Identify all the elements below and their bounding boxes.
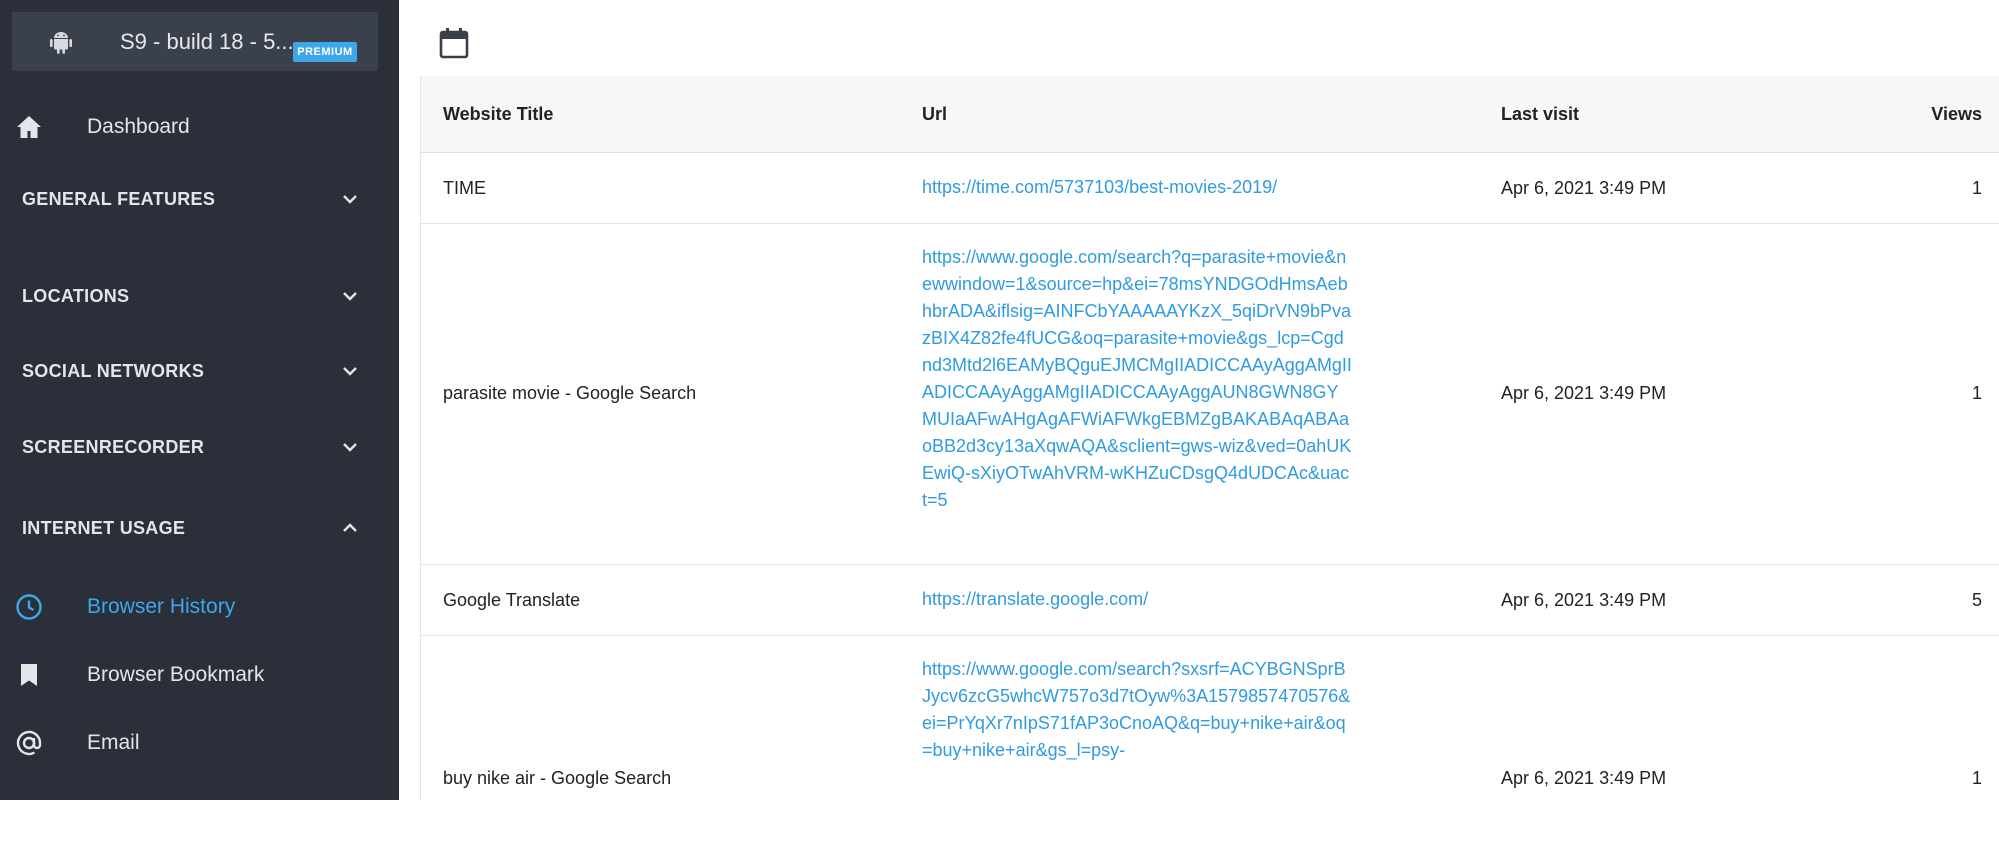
table-row: TIME https://time.com/5737103/best-movie…: [421, 153, 1999, 224]
nav-browser-bookmark-label: Browser Bookmark: [87, 663, 265, 686]
section-locations-label: LOCATIONS: [22, 286, 130, 306]
table-header: Website Title Url Last visit Views: [421, 76, 1999, 153]
browser-history-table: Website Title Url Last visit Views TIME …: [420, 76, 1999, 800]
header-views[interactable]: Views: [1931, 104, 1982, 125]
device-selector[interactable]: S9 - build 18 - 5.... PREMIUM: [12, 12, 378, 71]
row-title: buy nike air - Google Search: [443, 768, 672, 788]
sidebar: S9 - build 18 - 5.... PREMIUM Dashboard …: [0, 0, 399, 800]
row-title: Google Translate: [443, 590, 581, 610]
row-last-visit: Apr 6, 2021 3:49 PM: [1501, 590, 1667, 610]
row-url-link[interactable]: https://www.google.com/search?q=parasite…: [922, 244, 1352, 514]
premium-badge: PREMIUM: [293, 42, 357, 62]
section-locations[interactable]: LOCATIONS: [0, 276, 399, 316]
at-sign-icon: [16, 730, 42, 756]
nav-email[interactable]: Email: [0, 718, 399, 768]
table-row: buy nike air - Google Search https://www…: [421, 636, 1999, 856]
row-last-visit: Apr 6, 2021 3:49 PM: [1501, 178, 1667, 198]
row-last-visit: Apr 6, 2021 3:49 PM: [1501, 768, 1667, 788]
table-row: Google Translate https://translate.googl…: [421, 565, 1999, 636]
section-general-features[interactable]: GENERAL FEATURES: [0, 179, 399, 219]
section-social-label: SOCIAL NETWORKS: [22, 361, 205, 381]
row-title: TIME: [443, 178, 486, 198]
section-general-label: GENERAL FEATURES: [22, 189, 216, 209]
nav-browser-history-label: Browser History: [87, 595, 236, 618]
device-name: S9 - build 18 - 5....: [120, 29, 300, 54]
row-views: 1: [1971, 768, 1982, 788]
chevron-up-icon: [343, 523, 357, 532]
section-internet-label: INTERNET USAGE: [22, 518, 186, 538]
section-internet-usage[interactable]: INTERNET USAGE: [0, 508, 399, 548]
section-social-networks[interactable]: SOCIAL NETWORKS: [0, 351, 399, 391]
header-last-visit[interactable]: Last visit: [1501, 104, 1579, 125]
header-website-title[interactable]: Website Title: [443, 104, 553, 125]
android-icon: [50, 32, 72, 54]
row-views: 1: [1971, 383, 1982, 403]
chevron-down-icon: [343, 367, 357, 376]
nav-email-label: Email: [87, 731, 140, 754]
section-screen-label: SCREENRECORDER: [22, 437, 205, 457]
clock-icon: [16, 594, 42, 620]
row-views: 1: [1971, 178, 1982, 198]
nav-dashboard-label: Dashboard: [87, 115, 190, 138]
row-url-link[interactable]: https://www.google.com/search?sxsrf=ACYB…: [922, 656, 1352, 764]
chevron-down-icon: [343, 292, 357, 301]
toolbar: [399, 0, 1999, 76]
home-icon: [17, 116, 41, 138]
row-url-link[interactable]: https://translate.google.com/: [922, 586, 1352, 613]
table-row: parasite movie - Google Search https://w…: [421, 224, 1999, 565]
header-url[interactable]: Url: [922, 104, 947, 125]
nav-browser-bookmark[interactable]: Browser Bookmark: [0, 650, 399, 700]
row-url-link[interactable]: https://time.com/5737103/best-movies-201…: [922, 174, 1352, 201]
nav-dashboard[interactable]: Dashboard: [0, 102, 399, 152]
row-last-visit: Apr 6, 2021 3:49 PM: [1501, 383, 1667, 403]
chevron-down-icon: [343, 443, 357, 452]
bookmark-icon: [21, 664, 37, 686]
section-screenrecorder[interactable]: SCREENRECORDER: [0, 427, 399, 467]
row-views: 5: [1971, 590, 1982, 610]
main-content: Website Title Url Last visit Views TIME …: [399, 0, 1999, 800]
calendar-icon[interactable]: [439, 27, 469, 59]
row-title: parasite movie - Google Search: [443, 383, 697, 403]
chevron-down-icon: [343, 195, 357, 204]
nav-browser-history[interactable]: Browser History: [0, 582, 399, 632]
